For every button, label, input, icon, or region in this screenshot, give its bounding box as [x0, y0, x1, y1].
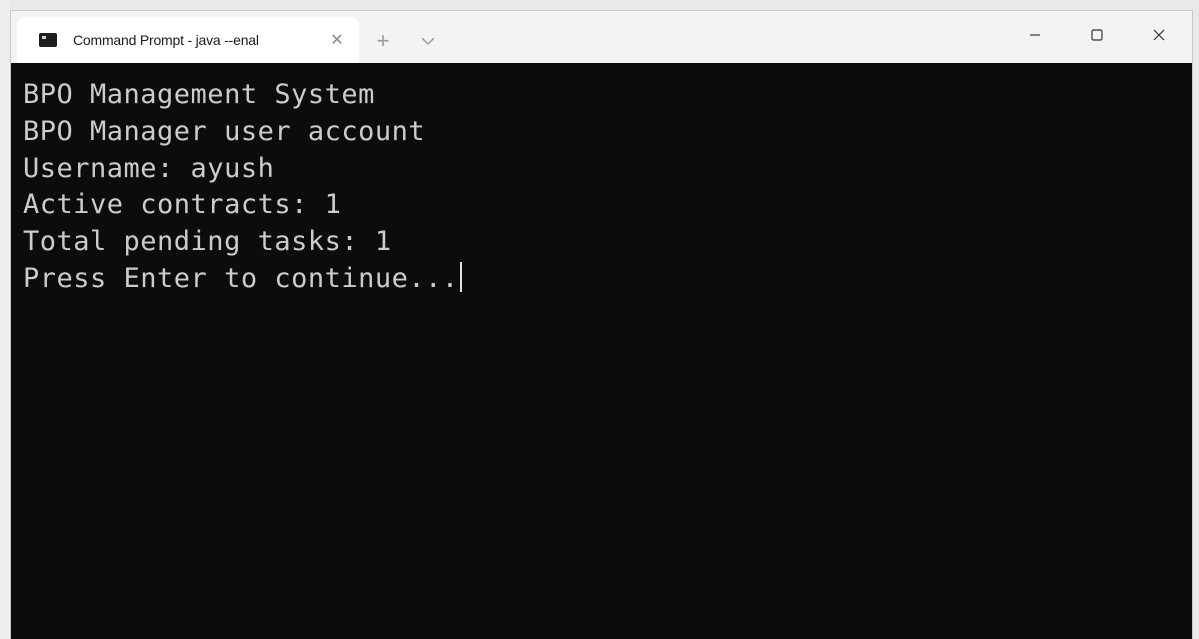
tab-dropdown-button[interactable]	[415, 28, 441, 54]
minimize-button[interactable]	[1004, 11, 1066, 59]
close-icon	[1153, 29, 1165, 41]
terminal-line: Total pending tasks: 1	[23, 226, 392, 258]
terminal-line: Press Enter to continue...	[23, 262, 459, 294]
terminal-prompt-line: Press Enter to continue...	[23, 261, 1192, 298]
maximize-icon	[1091, 29, 1103, 41]
terminal-output[interactable]: BPO Management System BPO Manager user a…	[11, 63, 1192, 639]
minimize-icon	[1030, 34, 1040, 36]
chevron-down-icon	[421, 37, 435, 46]
desktop-edge	[0, 0, 10, 639]
terminal-line: BPO Manager user account	[23, 115, 426, 147]
tab-title: Command Prompt - java --enal	[73, 32, 259, 48]
close-tab-icon[interactable]: ✕	[327, 30, 347, 50]
text-cursor	[459, 261, 462, 292]
terminal-line: Username: ayush	[23, 152, 275, 184]
maximize-button[interactable]	[1066, 11, 1128, 59]
terminal-line: Active contracts: 1	[23, 189, 342, 221]
terminal-icon	[39, 33, 57, 47]
new-tab-button[interactable]: +	[369, 27, 397, 55]
title-bar[interactable]: Command Prompt - java --enal ✕ +	[11, 11, 1192, 63]
tab-command-prompt[interactable]: Command Prompt - java --enal ✕	[17, 17, 359, 63]
terminal-line: BPO Management System	[23, 79, 375, 110]
close-window-button[interactable]	[1128, 11, 1190, 59]
terminal-window: Command Prompt - java --enal ✕ + BPO Man…	[10, 10, 1193, 639]
plus-icon: +	[376, 28, 390, 53]
